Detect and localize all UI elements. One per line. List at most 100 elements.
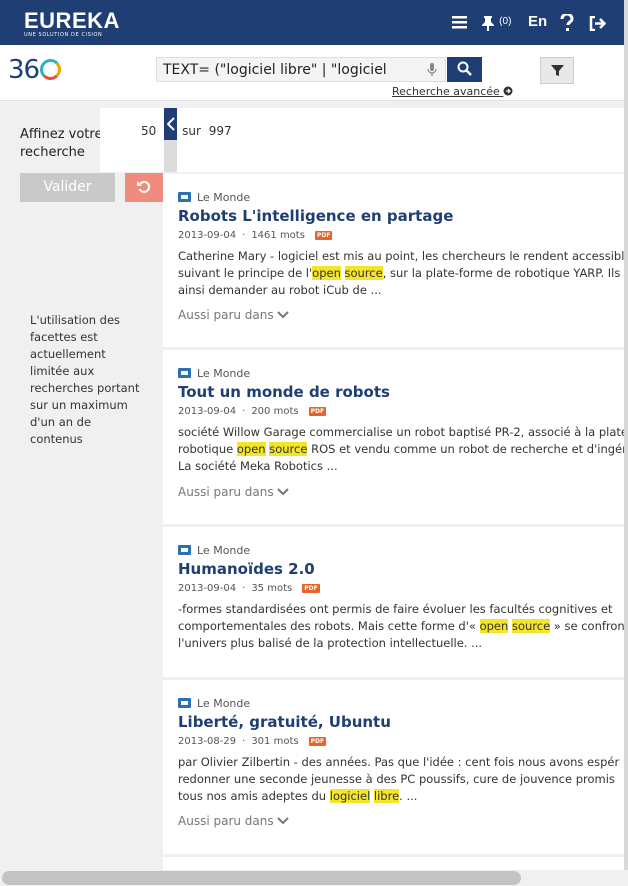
chevron-down-icon xyxy=(277,308,290,322)
also-published-toggle[interactable]: Aussi paru dans xyxy=(178,308,290,322)
result-excerpt: Catherine Mary - logiciel est mis au poi… xyxy=(178,248,628,299)
result-title[interactable]: Robots L'intelligence en partage xyxy=(178,207,453,225)
pdf-icon[interactable]: PDF xyxy=(302,584,320,593)
pdf-icon[interactable]: PDF xyxy=(308,407,327,416)
newspaper-icon xyxy=(178,368,191,378)
result-title[interactable]: Tout un monde de robots xyxy=(178,383,390,401)
highlight: open xyxy=(236,442,266,456)
top-bar: EUREKA UNE SOLUTION DE CISION (0) En xyxy=(0,0,628,45)
search-input[interactable] xyxy=(163,59,388,81)
highlight: source xyxy=(344,266,383,280)
excerpt-line: ainsi demander au robot iCub de ... xyxy=(178,283,382,297)
undo-icon xyxy=(137,179,151,196)
highlight: libre xyxy=(373,789,400,803)
chevron-down-icon xyxy=(277,814,290,828)
filter-button[interactable] xyxy=(540,57,574,84)
result-meta: 2013-09-04 · 200 mots PDF xyxy=(178,406,327,417)
advanced-search-link[interactable]: Recherche avancée xyxy=(392,85,513,98)
excerpt-text: robotique xyxy=(178,442,237,456)
excerpt-text: , sur la plate-forme de robotique YARP. … xyxy=(382,266,621,280)
result-source: Le Monde xyxy=(178,367,250,380)
sur-label: sur xyxy=(182,124,201,138)
excerpt-line: La société Meka Robotics ... xyxy=(178,459,338,473)
pin-cart-button[interactable]: (0) xyxy=(481,16,511,35)
also-published-toggle[interactable]: Aussi paru dans xyxy=(178,814,290,828)
excerpt-line: société Willow Garage commercialise un r… xyxy=(178,425,628,439)
brand-name: EUREKA xyxy=(24,8,120,33)
help-icon[interactable] xyxy=(560,12,574,36)
excerpt-text: tous nos amis adeptes du xyxy=(178,789,330,803)
result-meta: 2013-09-04 · 1461 mots PDF xyxy=(178,230,333,241)
highlight: source xyxy=(511,619,551,633)
newspaper-icon xyxy=(178,192,191,202)
result-word-count: 301 mots xyxy=(251,736,299,747)
highlight: logiciel xyxy=(329,789,371,803)
source-name: Le Monde xyxy=(197,697,251,710)
result-word-count: 200 mots xyxy=(251,406,299,417)
result-date: 2013-09-04 xyxy=(178,230,237,241)
excerpt-line: robotique open source ROS et vendu comme… xyxy=(178,441,628,458)
chevron-left-icon xyxy=(164,108,177,140)
result-title[interactable]: Liberté, gratuité, Ubuntu xyxy=(178,713,391,731)
eureka-logo[interactable]: EUREKA UNE SOLUTION DE CISION xyxy=(24,8,120,39)
arrow-circle-right-icon xyxy=(503,85,513,98)
result-meta: 2013-09-04 · 35 mots PDF xyxy=(178,583,320,594)
source-name: Le Monde xyxy=(197,544,251,557)
pdf-icon[interactable]: PDF xyxy=(314,231,333,240)
facets-note: L'utilisation des facettes est actuellem… xyxy=(30,313,140,446)
result-meta: 2013-08-29 · 301 mots PDF xyxy=(178,736,327,747)
result-card: Le Monde Tout un monde de robots 2013-09… xyxy=(163,350,628,524)
result-card: Le Monde Robots L'intelligence en partag… xyxy=(163,174,628,347)
result-source: Le Monde xyxy=(178,697,250,710)
excerpt-line: comportementales des robots. Mais cette … xyxy=(178,618,628,635)
excerpt-text: . ... xyxy=(399,789,418,803)
filter-icon xyxy=(550,62,564,78)
excerpt-line: l'univers plus balisé de la protection i… xyxy=(178,636,483,650)
page-info: 50 sur 997 xyxy=(141,124,232,138)
newspaper-icon xyxy=(178,698,191,708)
search-box xyxy=(156,57,446,82)
excerpt-text: ROS et vendu comme un robot de recherche… xyxy=(307,442,628,456)
pdf-icon[interactable]: PDF xyxy=(308,737,327,746)
facets-sidebar: Affinez votre recherche Valider L'utilis… xyxy=(0,102,163,886)
logo-360[interactable]: 36 xyxy=(8,55,62,85)
pin-count: (0) xyxy=(499,16,512,27)
pin-icon xyxy=(481,16,499,35)
advanced-search-label: Recherche avancée xyxy=(392,85,500,98)
result-card: Le Monde Liberté, gratuité, Ubuntu 2013-… xyxy=(163,680,628,854)
sidebar-toggle[interactable] xyxy=(164,108,177,172)
chevron-down-icon xyxy=(277,485,290,499)
result-excerpt: -formes standardisées ont permis de fair… xyxy=(178,601,628,652)
pagination-bar xyxy=(100,108,628,172)
microphone-icon[interactable] xyxy=(427,63,437,80)
also-published-label: Aussi paru dans xyxy=(178,485,274,499)
result-source: Le Monde xyxy=(178,191,250,204)
also-published-label: Aussi paru dans xyxy=(178,814,274,828)
result-title[interactable]: Humanoïdes 2.0 xyxy=(178,560,315,578)
per-page-count[interactable]: 50 xyxy=(141,124,156,138)
scrollbar-thumb[interactable] xyxy=(2,871,521,885)
result-word-count: 35 mots xyxy=(251,583,293,594)
language-switch[interactable]: En xyxy=(528,13,547,30)
result-date: 2013-09-04 xyxy=(178,583,237,594)
menu-icon[interactable] xyxy=(452,15,467,33)
highlight: open xyxy=(312,266,341,280)
excerpt-line: suivant le principe de l'open source, su… xyxy=(178,265,628,282)
horizontal-scrollbar[interactable] xyxy=(0,870,628,886)
result-excerpt: société Willow Garage commercialise un r… xyxy=(178,424,628,475)
result-card: Le Monde Humanoïdes 2.0 2013-09-04 · 35 mo… xyxy=(163,527,628,677)
search-bar: 36 Recherche avancée xyxy=(0,45,628,101)
excerpt-text: suivant le principe de l' xyxy=(178,266,313,280)
logout-icon[interactable] xyxy=(589,15,607,35)
search-button[interactable] xyxy=(447,57,482,82)
result-source: Le Monde xyxy=(178,544,250,557)
vertical-scrollbar[interactable] xyxy=(624,0,628,886)
excerpt-text: comportementales des robots. Mais cette … xyxy=(178,619,480,633)
result-excerpt: par Olivier Zilbertin - des années. Pas … xyxy=(178,754,628,805)
reset-button[interactable] xyxy=(125,173,163,202)
also-published-toggle[interactable]: Aussi paru dans xyxy=(178,485,290,499)
result-date: 2013-08-29 xyxy=(178,736,237,747)
results-list: Le Monde Robots L'intelligence en partag… xyxy=(163,174,628,886)
valider-button[interactable]: Valider xyxy=(20,173,115,202)
result-word-count: 1461 mots xyxy=(251,230,305,241)
